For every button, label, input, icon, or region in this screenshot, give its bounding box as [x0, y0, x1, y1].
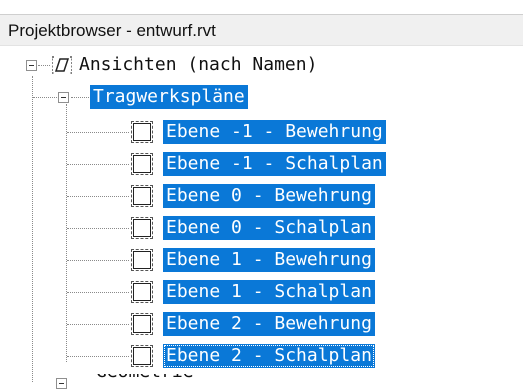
sheet-icon — [131, 345, 153, 367]
sheet-icon — [131, 185, 153, 207]
tree-line — [67, 132, 129, 133]
tree-line — [33, 97, 57, 98]
tree-node-sheet[interactable]: Ebene 2 - Bewehrung — [163, 312, 375, 336]
tree-node-views[interactable]: Ansichten (nach Namen) — [76, 53, 320, 77]
tree-node-sheet[interactable]: Ebene 1 - Bewehrung — [163, 248, 375, 272]
tree-line — [67, 356, 129, 357]
tree-line — [67, 292, 129, 293]
collapse-icon[interactable] — [26, 60, 37, 71]
cut-row: Geometrie — [96, 374, 256, 382]
project-tree[interactable]: Ansichten (nach Namen) Tragwerkspläne Eb… — [0, 46, 523, 389]
tree-node-sheet[interactable]: Ebene 0 - Schalplan — [163, 216, 375, 240]
tree-node-sheet[interactable]: Ebene 2 - Schalplan — [163, 344, 375, 368]
tree-node-structural-plans[interactable]: Tragwerkspläne — [90, 85, 248, 109]
tree-node-geometry[interactable]: Geometrie — [96, 374, 194, 382]
tree-line — [67, 164, 129, 165]
tree-node-sheet[interactable]: Ebene -1 - Bewehrung — [163, 120, 386, 144]
collapse-icon[interactable] — [58, 92, 69, 103]
tree-line — [67, 228, 129, 229]
sheet-icon — [131, 121, 153, 143]
panel-title-bar[interactable]: Projektbrowser - entwurf.rvt — [0, 14, 523, 46]
views-icon — [52, 56, 72, 74]
project-browser: Projektbrowser - entwurf.rvt Ansichten (… — [0, 0, 523, 389]
sheet-icon — [131, 217, 153, 239]
tree-line — [67, 324, 129, 325]
sheet-icon — [131, 281, 153, 303]
expand-icon[interactable] — [56, 378, 67, 389]
tree-line — [67, 196, 129, 197]
sheet-icon — [131, 249, 153, 271]
tree-line — [71, 97, 91, 98]
sheet-icon — [131, 153, 153, 175]
tree-node-sheet[interactable]: Ebene 1 - Schalplan — [163, 280, 375, 304]
tree-node-sheet[interactable]: Ebene 0 - Bewehrung — [163, 184, 375, 208]
panel-title: Projektbrowser - entwurf.rvt — [8, 21, 216, 40]
sheet-icon — [131, 313, 153, 335]
tree-line — [38, 65, 50, 66]
tree-line — [32, 76, 33, 382]
tree-line — [67, 260, 129, 261]
tree-node-sheet[interactable]: Ebene -1 - Schalplan — [163, 152, 386, 176]
top-gap — [0, 0, 523, 14]
